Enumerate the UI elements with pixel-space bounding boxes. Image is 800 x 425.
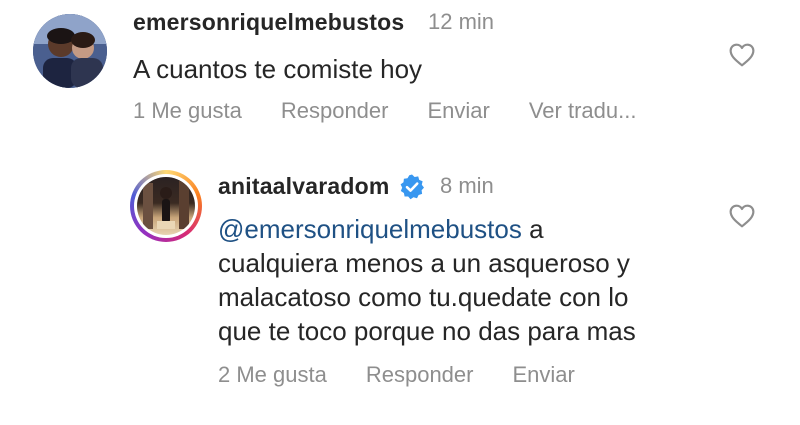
avatar-photo — [137, 177, 195, 235]
reply-button[interactable]: Responder — [281, 98, 389, 124]
comment-actions: 1 Me gusta Responder Enviar Ver tradu... — [133, 98, 675, 124]
comment-timestamp: 8 min — [440, 173, 494, 198]
avatar[interactable] — [134, 174, 198, 238]
comment-username[interactable]: emersonriquelmebustos — [133, 9, 404, 36]
send-button[interactable]: Enviar — [512, 362, 574, 388]
comment-reply: anitaalvaradom 8 min @emersonriquelmebus… — [0, 160, 800, 425]
likes-count-button[interactable]: 2 Me gusta — [218, 362, 327, 388]
comment-line-2: cualquiera menos a un asqueroso y — [218, 248, 630, 278]
heart-outline-icon[interactable] — [729, 43, 755, 67]
likes-count-button[interactable]: 1 Me gusta — [133, 98, 242, 124]
see-translation-button[interactable]: Ver tradu... — [529, 98, 637, 124]
heart-outline-icon[interactable] — [729, 204, 755, 228]
avatar-photo — [33, 14, 107, 88]
avatar[interactable] — [33, 14, 107, 88]
comment-text: A cuantos te comiste hoy — [133, 54, 423, 84]
comment-line-3: malacatoso como tu.quedate con lo — [218, 282, 629, 312]
comment-actions: 2 Me gusta Responder Enviar — [218, 362, 614, 388]
verified-badge-icon — [400, 174, 424, 200]
send-button[interactable]: Enviar — [427, 98, 489, 124]
mention-link[interactable]: @emersonriquelmebustos — [218, 214, 522, 244]
comment-username[interactable]: anitaalvaradom — [218, 173, 390, 200]
comment-line-4: que te toco porque no das para mas — [218, 316, 636, 346]
comment-timestamp: 12 min — [428, 9, 495, 34]
comment-text: @emersonriquelmebustos a cualquiera meno… — [218, 212, 718, 348]
comment-line-1: a — [521, 214, 544, 244]
comment-1: emersonriquelmebustos 12 min A cuantos t… — [0, 0, 800, 150]
reply-button[interactable]: Responder — [366, 362, 474, 388]
